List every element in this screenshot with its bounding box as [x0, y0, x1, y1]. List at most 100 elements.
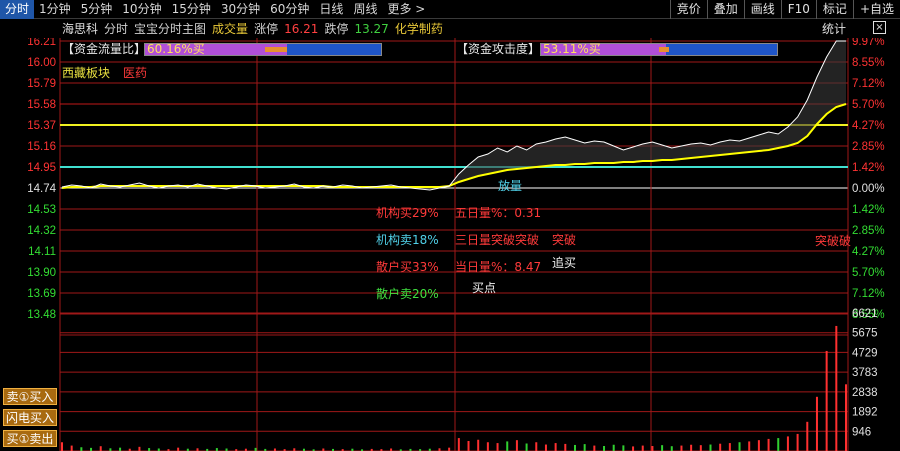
volume-bar [448, 447, 451, 451]
volume-bar [467, 440, 470, 451]
volume-bar [622, 445, 625, 451]
price-tick-label: 14.32 [27, 225, 56, 237]
price-tick-label: 16.21 [27, 38, 56, 48]
attack-label: 【资金攻击度】 [456, 42, 541, 56]
f10-button[interactable]: F10 [780, 0, 816, 19]
volume-bar [815, 396, 818, 451]
price-tick-label: 13.69 [27, 288, 56, 300]
attack-flag: 【资金攻击度】 53.11%买 [456, 42, 786, 57]
pct-tick-label: 4.27% [852, 246, 885, 258]
attack-value: 53.11%买 [543, 42, 601, 56]
volume-tick-label: 5675 [852, 328, 878, 340]
volume-bar [641, 445, 644, 451]
sector-label: 西藏板块 [62, 66, 111, 80]
mark-button[interactable]: 标记 [815, 0, 853, 19]
tab-more[interactable]: 更多 > [382, 0, 430, 19]
pct-tick-label: 7.12% [852, 288, 885, 300]
inst-sell-text: 机构卖18% [376, 233, 439, 247]
pct-tick-label: 9.97% [852, 38, 885, 48]
volume-bar [544, 444, 547, 451]
tab-5min[interactable]: 5分钟 [76, 0, 118, 19]
pct-tick-label: 5.70% [852, 99, 885, 111]
volume-bar [632, 446, 635, 451]
chase-buy-text: 追买 [552, 256, 577, 270]
fund-flow-label: 【资金流量比】 [62, 42, 147, 56]
volume-bar [80, 447, 83, 451]
buy1-sell-button[interactable]: 买①卖出 [3, 430, 57, 447]
auction-button[interactable]: 竞价 [669, 0, 707, 19]
fund-flow-flag: 【资金流量比】 60.16%买 [62, 42, 392, 57]
volume-bar [806, 421, 809, 451]
volume-bar [767, 438, 770, 451]
volume-label: 成交量 [212, 22, 249, 36]
draw-line-button[interactable]: 画线 [743, 0, 781, 19]
price-tick-label: 13.48 [27, 309, 56, 321]
inst-buy-text: 机构买29% [376, 206, 439, 220]
overlay-button[interactable]: 叠加 [706, 0, 744, 19]
stock-info-row: 海思科 分时 宝宝分时主图 成交量 涨停 16.21 跌停 13.27 化学制药… [0, 20, 900, 37]
pct-tick-label: 8.55% [852, 57, 885, 69]
fund-flow-marker [265, 47, 287, 52]
flash-buy-button[interactable]: 闪电买入 [3, 409, 57, 426]
tab-15min[interactable]: 15分钟 [167, 0, 216, 19]
limit-up-label: 涨停 [254, 22, 279, 36]
volume-bar [719, 443, 722, 451]
volume-bar [486, 442, 489, 451]
volume-bar [699, 445, 702, 451]
pct-tick-label: 7.12% [852, 78, 885, 90]
volume-bar [525, 443, 528, 451]
volume-bar [651, 445, 654, 451]
sell1-buy-button[interactable]: 卖①买入 [3, 388, 57, 405]
limit-down-label: 跌停 [324, 22, 349, 36]
price-tick-label: 14.53 [27, 204, 56, 216]
add-watchlist-button[interactable]: +自选 [852, 0, 900, 19]
retail-buy-text: 散户买33% [376, 260, 439, 274]
volume-tick-label: 4729 [852, 347, 878, 359]
volume-bar [738, 442, 741, 451]
volume-bar [845, 384, 847, 451]
volume-bar [477, 439, 480, 451]
volume-bar [583, 444, 586, 451]
industry-label: 化学制药 [394, 22, 443, 36]
volume-bar [661, 445, 664, 451]
volume-bar [535, 442, 538, 451]
fund-flow-value: 60.16%买 [147, 42, 205, 56]
volume-tick-label: 6621 [852, 308, 878, 320]
volume-tick-label: 946 [852, 426, 871, 438]
tab-1min[interactable]: 1分钟 [34, 0, 76, 19]
chart-grid [59, 38, 849, 451]
three-day-text: 三日量突破突破 [455, 233, 540, 247]
stats-button[interactable]: 统计 [822, 20, 846, 37]
price-tick-label: 14.95 [27, 162, 56, 174]
volume-bar [593, 445, 596, 451]
price-tick-label: 14.74 [27, 183, 56, 195]
volume-bar [564, 443, 567, 451]
volume-bar [690, 444, 693, 451]
attack-marker [659, 47, 669, 52]
pct-tick-label: 5.70% [852, 267, 885, 279]
tab-30min[interactable]: 30分钟 [216, 0, 265, 19]
volume-tick-label: 3783 [852, 367, 878, 379]
price-tick-label: 15.37 [27, 120, 56, 132]
volume-bar [835, 325, 838, 451]
price-tick-label: 14.11 [28, 246, 56, 258]
tab-60min[interactable]: 60分钟 [265, 0, 314, 19]
volume-bar [61, 442, 63, 451]
volume-bar [825, 350, 828, 451]
tab-10min[interactable]: 10分钟 [117, 0, 166, 19]
close-icon[interactable]: × [873, 21, 886, 34]
volume-bar [554, 443, 557, 451]
tab-intraday[interactable]: 分时 [0, 0, 35, 19]
pct-tick-label: 0.00% [852, 183, 885, 195]
pct-tick-label: 2.85% [852, 141, 885, 153]
tab-daily[interactable]: 日线 [314, 0, 348, 19]
volume-bar [457, 438, 460, 451]
pct-tick-label: 4.27% [852, 120, 885, 132]
attack-bar: 53.11%买 [540, 43, 778, 56]
price-tick-label: 15.79 [27, 78, 56, 90]
sector-industry: 医药 [123, 66, 148, 80]
tab-weekly[interactable]: 周线 [348, 0, 382, 19]
volume-bar [748, 441, 751, 451]
volume-bar [680, 445, 683, 451]
volume-bar [138, 446, 141, 451]
